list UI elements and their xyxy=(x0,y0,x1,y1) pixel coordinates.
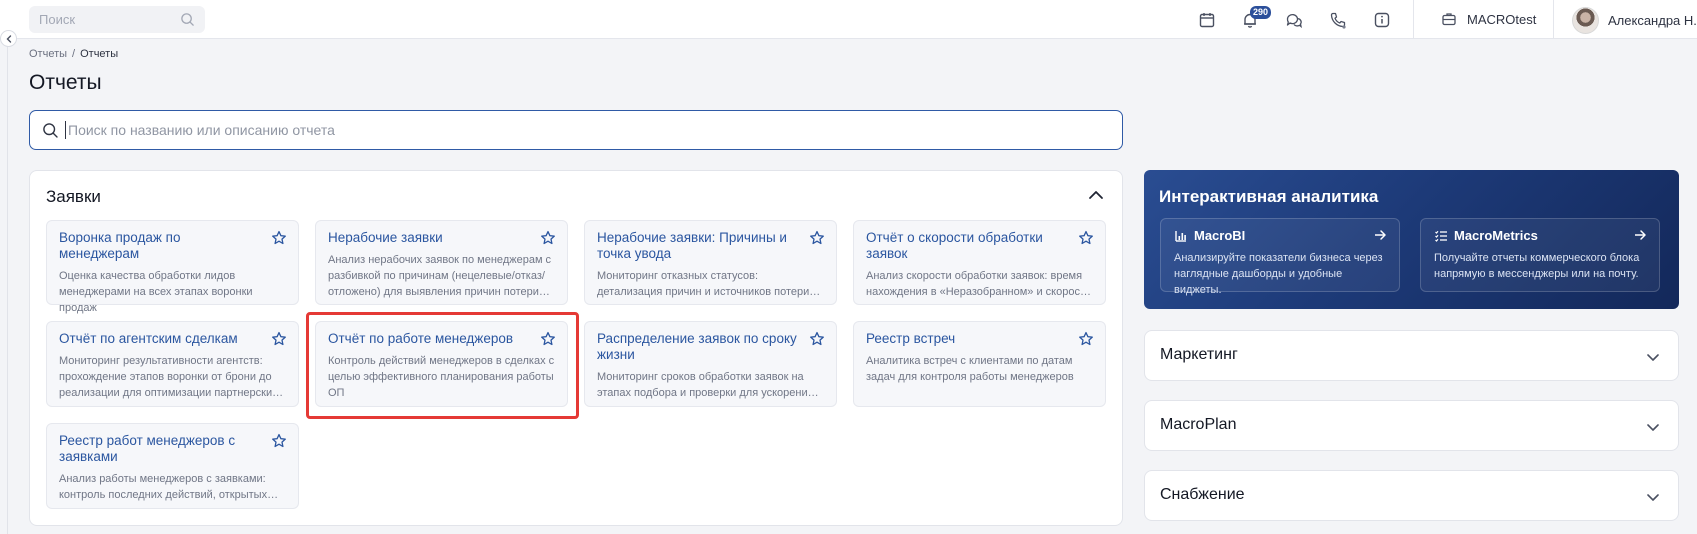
section-marketing[interactable]: Маркетинг xyxy=(1144,330,1679,381)
chevron-down-icon xyxy=(1647,494,1659,501)
topbar-divider xyxy=(1413,0,1414,39)
briefcase-icon xyxy=(1442,13,1456,26)
top-bar: Поиск 290 MACROtest Александра Н. xyxy=(0,0,1697,39)
report-card-description: Аналитика встреч с клиентами по датам за… xyxy=(866,355,1074,383)
arrow-right-icon xyxy=(1635,230,1646,240)
report-search-input[interactable] xyxy=(65,121,1122,139)
macrometrics-description: Получайте отчеты коммерческого блока нап… xyxy=(1434,252,1640,280)
star-icon[interactable] xyxy=(809,230,825,246)
report-card[interactable]: Распределение заявок по сроку жизни Мони… xyxy=(584,321,837,407)
notifications-badge: 290 xyxy=(1250,6,1272,19)
report-card-description: Анализ нерабочих заявок по менеджерам с … xyxy=(328,254,552,298)
report-card-title[interactable]: Нерабочие заявки xyxy=(328,230,555,246)
macrometrics-card[interactable]: MacroMetrics Получайте отчеты коммерческ… xyxy=(1420,218,1660,292)
info-icon[interactable] xyxy=(1372,10,1392,30)
star-icon[interactable] xyxy=(271,230,287,246)
chevron-down-icon xyxy=(1647,424,1659,431)
report-card[interactable]: Нерабочие заявки: Причины и точка увода … xyxy=(584,220,837,305)
breadcrumb: Отчеты / Отчеты xyxy=(29,48,118,60)
report-card[interactable]: Нерабочие заявки Анализ нерабочих заявок… xyxy=(315,220,568,305)
user-name: Александра Н. xyxy=(1608,13,1697,28)
star-icon[interactable] xyxy=(540,230,556,246)
section-title: Снабжение xyxy=(1160,486,1245,503)
report-card-title[interactable]: Нерабочие заявки: Причины и точка увода xyxy=(597,230,824,262)
section-macroplan[interactable]: MacroPlan xyxy=(1144,400,1679,451)
section-title: MacroPlan xyxy=(1160,416,1237,433)
calendar-icon[interactable] xyxy=(1197,10,1217,30)
sidebar-edge xyxy=(7,46,8,534)
chat-icon[interactable] xyxy=(1284,10,1304,30)
sidebar-toggle-button[interactable] xyxy=(0,30,17,47)
star-icon[interactable] xyxy=(1078,331,1094,347)
search-icon xyxy=(181,13,194,26)
arrow-right-icon xyxy=(1375,230,1386,240)
bar-chart-icon xyxy=(1175,230,1186,242)
search-icon xyxy=(43,122,58,138)
report-card-title[interactable]: Реестр встреч xyxy=(866,331,1093,347)
analytics-panel: Интерактивная аналитика MacroBI Анализир… xyxy=(1144,170,1679,309)
report-card-description: Анализ скорости обработки заявок: время … xyxy=(866,270,1091,298)
star-icon[interactable] xyxy=(1078,230,1094,246)
macrobi-title: MacroBI xyxy=(1194,228,1246,243)
page-title: Отчеты xyxy=(29,71,102,94)
report-card-title[interactable]: Отчёт о скорости обработки заявок xyxy=(866,230,1093,262)
report-card-description: Мониторинг отказных статусов: детализаци… xyxy=(597,270,810,298)
report-card[interactable]: Реестр встреч Аналитика встреч с клиента… xyxy=(853,321,1106,407)
star-icon[interactable] xyxy=(809,331,825,347)
chevron-left-icon xyxy=(6,34,11,43)
company-switcher[interactable]: MACROtest xyxy=(1441,11,1536,27)
selection-highlight xyxy=(306,312,579,419)
report-card[interactable]: Воронка продаж по менеджерам Оценка каче… xyxy=(46,220,299,314)
report-card-description: Мониторинг сроков обработки заявок на эт… xyxy=(597,371,814,399)
avatar xyxy=(1572,7,1599,34)
report-card-title[interactable]: Распределение заявок по сроку жизни xyxy=(597,331,824,363)
breadcrumb-current: Отчеты xyxy=(80,48,119,60)
macrobi-description: Анализируйте показатели бизнеса через на… xyxy=(1174,252,1383,296)
section-supply[interactable]: Снабжение xyxy=(1144,470,1679,521)
star-icon[interactable] xyxy=(271,331,287,347)
section-title: Заявки xyxy=(46,187,101,206)
topbar-divider xyxy=(1553,0,1554,39)
report-card-description: Анализ работы менеджеров с заявками: кон… xyxy=(59,473,268,501)
breadcrumb-root[interactable]: Отчеты xyxy=(29,48,67,60)
user-menu[interactable]: Александра Н. xyxy=(1572,7,1697,34)
chevron-down-icon xyxy=(1647,354,1659,361)
breadcrumb-separator: / xyxy=(72,48,76,60)
phone-icon[interactable] xyxy=(1328,10,1348,30)
chevron-up-icon[interactable] xyxy=(1086,185,1106,205)
list-check-icon xyxy=(1435,230,1447,242)
global-search[interactable]: Поиск xyxy=(29,6,205,33)
analytics-title: Интерактивная аналитика xyxy=(1159,187,1379,206)
section-title: Маркетинг xyxy=(1160,346,1238,363)
global-search-placeholder: Поиск xyxy=(39,12,76,27)
company-name: MACROtest xyxy=(1467,11,1537,27)
report-card-description: Мониторинг результативности агентств: пр… xyxy=(59,355,278,399)
report-card-title[interactable]: Отчёт по агентским сделкам xyxy=(59,331,286,347)
report-card-title[interactable]: Воронка продаж по менеджерам xyxy=(59,230,286,262)
macrometrics-title: MacroMetrics xyxy=(1454,228,1538,243)
report-card[interactable]: Отчёт по агентским сделкам Мониторинг ре… xyxy=(46,321,299,407)
report-card[interactable]: Реестр работ менеджеров с заявками Анали… xyxy=(46,423,299,509)
star-icon[interactable] xyxy=(271,433,287,449)
report-card-title[interactable]: Реестр работ менеджеров с заявками xyxy=(59,433,286,465)
report-card[interactable]: Отчёт о скорости обработки заявок Анализ… xyxy=(853,220,1106,305)
report-search[interactable] xyxy=(29,110,1123,150)
macrobi-card[interactable]: MacroBI Анализируйте показатели бизнеса … xyxy=(1160,218,1400,296)
report-card-description: Оценка качества обработки лидов менеджер… xyxy=(59,270,253,314)
